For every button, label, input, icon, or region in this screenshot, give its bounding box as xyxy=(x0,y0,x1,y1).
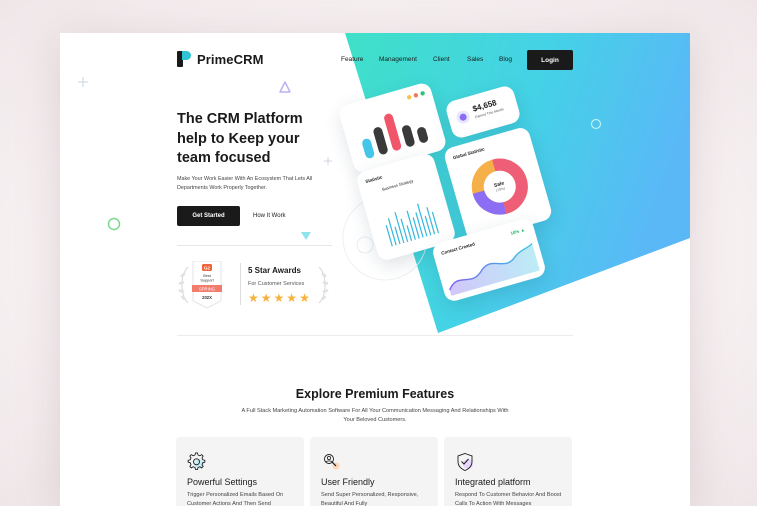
feature-title: Powerful Settings xyxy=(187,477,258,487)
feature-card-user-friendly[interactable]: User Friendly Send Super Personalized, R… xyxy=(310,437,438,506)
star-icon: ★ xyxy=(260,291,272,305)
login-button[interactable]: Login xyxy=(527,50,573,70)
ring-icon xyxy=(590,118,602,130)
features-title: Explore Premium Features xyxy=(295,387,455,401)
triangle-outline-icon xyxy=(279,81,291,93)
nav-client[interactable]: Client xyxy=(433,56,450,63)
nav-sales[interactable]: Sales xyxy=(467,56,483,63)
triangle-small-icon xyxy=(301,232,311,240)
hero-title-line: help to Keep your xyxy=(177,130,300,147)
nav-blog[interactable]: Blog xyxy=(499,56,512,63)
badge-line1: Best xyxy=(203,274,212,278)
feature-title: User Friendly xyxy=(321,477,375,487)
laurel-left-icon xyxy=(178,266,189,304)
feature-desc: Respond To Customer Behavior And Boost C… xyxy=(455,492,562,506)
badge-ribbon: SPRING xyxy=(199,286,215,291)
nav-feature[interactable]: Feature xyxy=(341,56,363,63)
brand-name: PrimeCRM xyxy=(197,51,264,67)
hero-subtitle: Make Your Work Easier With An Ecosystem … xyxy=(177,176,313,191)
brand-logo[interactable]: PrimeCRM xyxy=(177,51,264,67)
feature-card-integrated-platform[interactable]: Integrated platform Respond To Customer … xyxy=(444,437,572,506)
g2-award-badge: G2 Best Support SPRING 202X xyxy=(192,261,222,309)
logo-mark-icon xyxy=(177,51,191,67)
star-icon: ★ xyxy=(248,291,259,305)
feature-desc: Send Super Personalized, Responsive, Bea… xyxy=(321,492,419,506)
badge-top-text: G2 xyxy=(204,266,211,271)
badge-year: 202X xyxy=(202,295,212,300)
feature-card-powerful-settings[interactable]: Powerful Settings Trigger Personalized E… xyxy=(176,437,304,506)
circle-outline-icon xyxy=(107,217,121,231)
feature-title: Integrated platform xyxy=(455,477,531,487)
global-statistic-label: Global Statistic xyxy=(452,146,486,161)
award-title: 5 Star Awards xyxy=(248,266,301,275)
star-icon: ★ xyxy=(299,291,310,305)
star-icon: ★ xyxy=(273,291,285,305)
divider xyxy=(177,245,332,246)
contact-wave-chart xyxy=(449,242,540,296)
award-separator xyxy=(240,263,241,305)
sparkle-icon xyxy=(78,77,88,87)
section-divider xyxy=(177,335,573,336)
hero-title: The CRM Platform help to Keep your team … xyxy=(177,110,347,169)
feature-desc: Trigger Personalized Emails Based On Cus… xyxy=(187,492,284,506)
earnings-dot-icon xyxy=(455,109,472,126)
hero-title-line: The CRM Platform xyxy=(177,111,303,127)
features-subtitle: A Full Stack Marketing Automation Softwa… xyxy=(241,408,509,423)
landing-page: PrimeCRM Feature Management Client Sales… xyxy=(60,33,690,506)
get-started-button[interactable]: Get Started xyxy=(177,206,240,226)
global-statistic-card: Global Statistic Sale (70%) xyxy=(442,125,554,243)
shield-check-icon xyxy=(457,453,473,471)
hero-title-line: team focused xyxy=(177,150,271,166)
star-icon: ★ xyxy=(286,291,298,305)
rating-stars: ★ ★ ★ ★ ★ xyxy=(248,292,310,304)
contact-change: 18% ▲ xyxy=(509,227,526,236)
laurel-right-icon xyxy=(318,266,329,304)
award-subtitle: For Customer Services xyxy=(248,281,305,287)
gear-icon xyxy=(187,452,206,471)
badge-line2: Support xyxy=(200,279,214,283)
how-it-work-link[interactable]: How It Work xyxy=(253,206,286,226)
user-search-icon xyxy=(324,454,340,470)
nav-management[interactable]: Management xyxy=(379,56,417,63)
statistic-label: Statistic xyxy=(364,174,383,185)
